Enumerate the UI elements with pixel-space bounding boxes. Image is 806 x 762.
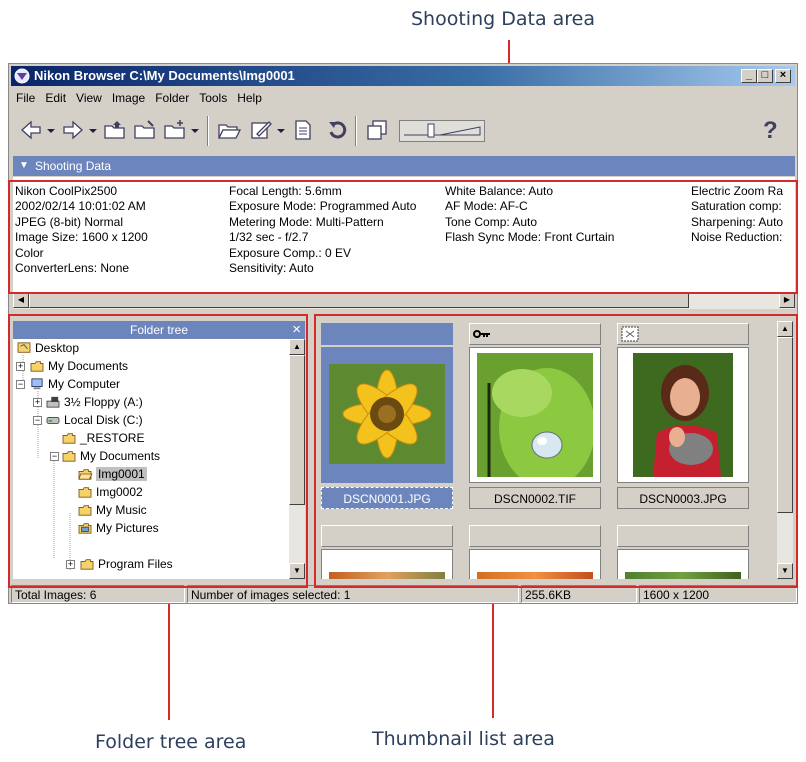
forward-dropdown-icon[interactable] bbox=[87, 118, 99, 142]
back-arrow-icon[interactable] bbox=[19, 118, 43, 142]
edit-icon[interactable] bbox=[249, 118, 273, 142]
menu-image[interactable]: Image bbox=[107, 88, 150, 108]
shooting-data-title: Shooting Data bbox=[35, 159, 112, 173]
document-icon[interactable] bbox=[291, 118, 315, 142]
folder-tree-highlight bbox=[8, 314, 308, 588]
collapse-arrow-icon[interactable]: ▼ bbox=[19, 156, 29, 176]
shooting-data-callout: Shooting Data area bbox=[411, 8, 595, 30]
edit-dropdown-icon[interactable] bbox=[275, 118, 287, 142]
forward-arrow-icon[interactable] bbox=[61, 118, 85, 142]
scroll-left-button[interactable]: ◀ bbox=[13, 292, 29, 308]
menu-help[interactable]: Help bbox=[232, 88, 267, 108]
help-icon[interactable]: ? bbox=[763, 117, 778, 145]
folder-up-icon[interactable] bbox=[103, 118, 127, 142]
title-bar[interactable]: Nikon Browser C:\My Documents\Img0001 _ … bbox=[11, 66, 795, 86]
menu-edit[interactable]: Edit bbox=[40, 88, 71, 108]
minimize-button[interactable]: _ bbox=[741, 69, 757, 83]
maximize-button[interactable]: □ bbox=[757, 69, 773, 83]
thumbnail-list-callout: Thumbnail list area bbox=[372, 728, 555, 750]
copy-icon[interactable] bbox=[365, 118, 389, 142]
folder-tree-callout-line bbox=[168, 588, 170, 720]
menu-tools[interactable]: Tools bbox=[194, 88, 232, 108]
folder-mark-icon[interactable] bbox=[133, 118, 157, 142]
open-folder-icon[interactable] bbox=[217, 118, 241, 142]
back-dropdown-icon[interactable] bbox=[45, 118, 57, 142]
shooting-data-header[interactable]: ▼ Shooting Data bbox=[13, 156, 795, 176]
menu-folder[interactable]: Folder bbox=[150, 88, 194, 108]
rotate-icon[interactable] bbox=[325, 118, 349, 142]
menu-file[interactable]: File bbox=[11, 88, 40, 108]
thumbnail-size-slider[interactable] bbox=[399, 120, 485, 142]
nikon-app-icon bbox=[14, 68, 30, 84]
folder-tree-callout: Folder tree area bbox=[95, 731, 247, 753]
thumbnail-list-callout-line bbox=[492, 588, 494, 718]
horizontal-scrollbar[interactable]: ◀ ▶ bbox=[13, 292, 795, 309]
new-folder-dropdown-icon[interactable] bbox=[189, 118, 201, 142]
toolbar-separator bbox=[355, 116, 357, 146]
scroll-thumb[interactable] bbox=[29, 292, 689, 308]
new-folder-icon[interactable] bbox=[163, 118, 187, 142]
toolbar-separator bbox=[207, 116, 209, 146]
window-title: Nikon Browser C:\My Documents\Img0001 bbox=[34, 68, 295, 83]
menu-view[interactable]: View bbox=[71, 88, 107, 108]
shooting-data-highlight bbox=[8, 180, 798, 294]
slider-track bbox=[404, 123, 481, 138]
menu-bar: File Edit View Image Folder Tools Help bbox=[11, 88, 267, 108]
toolbar: ? bbox=[11, 111, 795, 151]
close-button[interactable]: × bbox=[775, 69, 791, 83]
scroll-right-button[interactable]: ▶ bbox=[779, 292, 795, 308]
thumbnail-list-highlight bbox=[314, 314, 798, 588]
